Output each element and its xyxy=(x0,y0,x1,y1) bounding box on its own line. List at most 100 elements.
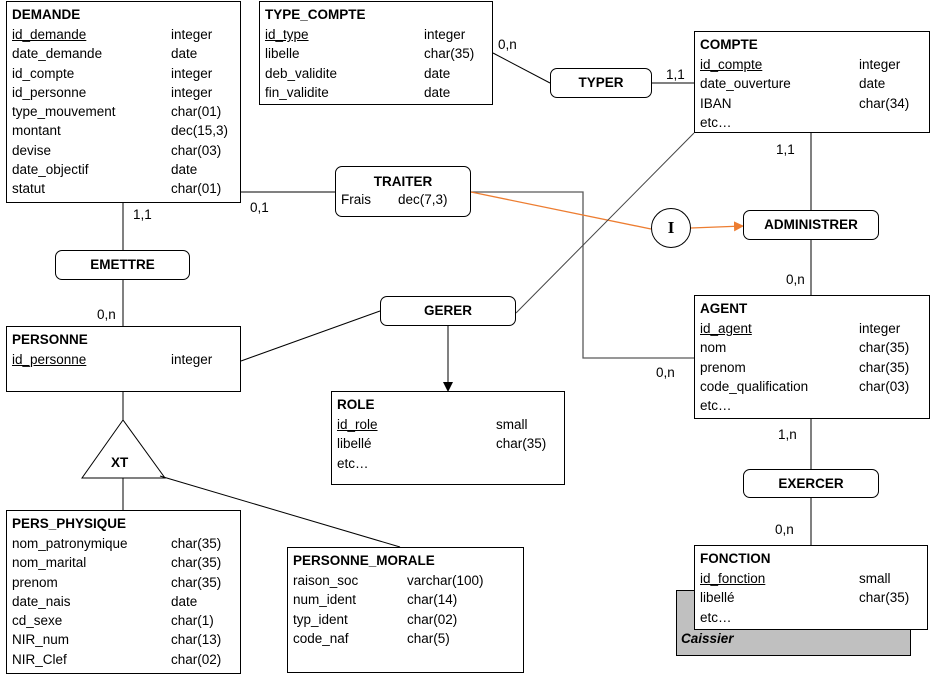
attribute-row: id_demande integer xyxy=(12,25,235,44)
attribute-row: code_naf char(5) xyxy=(293,629,518,648)
attribute-name: montant xyxy=(12,123,61,139)
attribute-row: prenom char(35) xyxy=(700,358,924,377)
attribute-type: integer xyxy=(424,27,466,42)
attribute-row: statut char(01) xyxy=(12,179,235,198)
attribute-row: id_personne integer xyxy=(12,350,235,369)
attribute-name: cd_sexe xyxy=(12,613,63,629)
cardinality-agent-traiter: 0,n xyxy=(656,365,675,380)
primary-key-name: id_fonction xyxy=(700,571,766,586)
attribute-type: integer xyxy=(171,27,213,42)
attribute-row: etc… xyxy=(700,396,924,415)
attribute-name: date_objectif xyxy=(12,162,89,178)
attribute-type: date xyxy=(171,593,198,609)
attribute-name: id_personne xyxy=(12,84,87,100)
primary-key-name: id_personne xyxy=(12,352,87,367)
primary-key-name: id_role xyxy=(337,417,378,432)
attribute-type: integer xyxy=(171,65,213,81)
attribute-row: date_objectif date xyxy=(12,160,235,179)
attribute-name: code_qualification xyxy=(700,378,809,394)
attribute-name: etc… xyxy=(337,455,369,471)
attribute-name: prenom xyxy=(12,574,58,590)
relation-attribute: Frais dec(7,3) xyxy=(336,191,470,209)
attribute-type: char(14) xyxy=(407,592,458,608)
attribute-type: char(13) xyxy=(171,632,222,648)
attribute-row: num_ident char(14) xyxy=(293,590,518,609)
cardinality-personne-emettre: 0,n xyxy=(97,307,116,322)
attribute-type: date xyxy=(859,76,886,92)
attribute-type: date xyxy=(171,162,198,178)
attribute-type: char(03) xyxy=(859,378,910,394)
attribute-name: NIR_num xyxy=(12,632,70,648)
entity-compte[interactable]: COMPTE id_compte integer date_ouverture date… xyxy=(694,31,930,133)
cardinality-demande-traiter: 0,1 xyxy=(250,200,269,215)
attribute-name: prenom xyxy=(700,359,746,375)
entity-agent[interactable]: AGENT id_agent integer nom char(35) prenom cha… xyxy=(694,295,930,419)
attribute-type: char(35) xyxy=(859,340,910,356)
link-typecompte-typer xyxy=(492,52,551,84)
inheritance-label: XT xyxy=(111,455,129,470)
attribute-name: date_ouverture xyxy=(700,76,791,92)
attribute-row: id_compte integer xyxy=(12,64,235,83)
relation-traiter[interactable]: TRAITER Frais dec(7,3) xyxy=(335,166,471,217)
attribute-type: char(01) xyxy=(171,104,222,120)
attribute-row: libellé char(35) xyxy=(337,434,559,453)
entity-title: FONCTION xyxy=(700,551,771,566)
attribute-type: char(02) xyxy=(407,611,458,627)
relation-name: TRAITER xyxy=(373,174,433,189)
attribute-type: char(35) xyxy=(171,536,222,551)
link-constraint-administrer xyxy=(690,221,744,232)
attribute-type: char(01) xyxy=(171,181,222,197)
attribute-row: id_role small xyxy=(337,415,559,434)
attribute-row: date_ouverture date xyxy=(700,74,924,93)
entity-title: PERSONNE_MORALE xyxy=(293,553,435,568)
attribute-row: fin_validite date xyxy=(265,83,487,102)
attribute-row: cd_sexe char(1) xyxy=(12,611,235,630)
attribute-name: etc… xyxy=(700,609,732,625)
attribute-row: id_fonction small xyxy=(700,569,922,588)
attribute-type: small xyxy=(496,417,528,432)
attribute-name: deb_validite xyxy=(265,65,338,81)
relation-name: EMETTRE xyxy=(90,257,155,272)
attribute-name: libellé xyxy=(337,436,372,452)
relation-typer[interactable]: TYPER xyxy=(550,68,652,98)
entity-fonction[interactable]: FONCTION id_fonction small libellé char(35) e… xyxy=(694,545,928,630)
attribute-row: etc… xyxy=(337,454,559,473)
attribute-type: dec(7,3) xyxy=(398,192,448,207)
attribute-row: id_personne integer xyxy=(12,83,235,102)
attribute-type: char(03) xyxy=(171,142,222,158)
entity-title: TYPE_COMPTE xyxy=(265,7,366,22)
attribute-row: id_agent integer xyxy=(700,319,924,338)
entity-personne[interactable]: PERSONNE id_personne integer xyxy=(6,326,241,392)
attribute-type: integer xyxy=(859,321,901,336)
relation-emettre[interactable]: EMETTRE xyxy=(55,250,190,280)
attribute-row: date_demande date xyxy=(12,44,235,63)
attribute-type: integer xyxy=(171,84,213,100)
entity-title: AGENT xyxy=(700,301,748,316)
entity-demande[interactable]: DEMANDE id_demande integer date_demande date… xyxy=(6,1,241,203)
relation-administrer[interactable]: ADMINISTRER xyxy=(743,210,879,240)
attribute-row: deb_validite date xyxy=(265,64,487,83)
attribute-name: statut xyxy=(12,181,46,197)
relation-exercer[interactable]: EXERCER xyxy=(743,469,879,498)
relation-name: EXERCER xyxy=(778,476,844,491)
attribute-type: char(35) xyxy=(171,574,222,590)
attribute-name: IBAN xyxy=(700,95,732,111)
cardinality-compte-typer: 1,1 xyxy=(666,67,685,82)
entity-personne-morale[interactable]: PERSONNE_MORALE raison_soc varchar(100) num… xyxy=(287,547,524,673)
attribute-type: integer xyxy=(859,57,901,72)
attribute-name: Frais xyxy=(341,192,371,207)
entity-role[interactable]: ROLE id_role small libellé char(35) etc… xyxy=(331,391,565,485)
attribute-type: char(02) xyxy=(171,651,222,667)
entity-title: DEMANDE xyxy=(12,7,81,22)
attribute-type: integer xyxy=(171,352,213,367)
attribute-type: char(35) xyxy=(424,46,475,62)
entity-type-compte[interactable]: TYPE_COMPTE id_type integer libelle char(35)… xyxy=(259,1,493,105)
link-personne-gerer xyxy=(240,310,381,362)
fonction-instance-label: Caissier xyxy=(681,631,734,646)
cardinality-agent-exercer: 1,n xyxy=(778,427,797,442)
relation-name: ADMINISTRER xyxy=(764,217,858,232)
relation-gerer[interactable]: GERER xyxy=(380,296,516,326)
attribute-row: nom_marital char(35) xyxy=(12,553,235,572)
entity-pers-physique[interactable]: PERS_PHYSIQUE nom_patronymique char(35) nom… xyxy=(6,510,241,674)
attribute-name: code_naf xyxy=(293,630,349,646)
